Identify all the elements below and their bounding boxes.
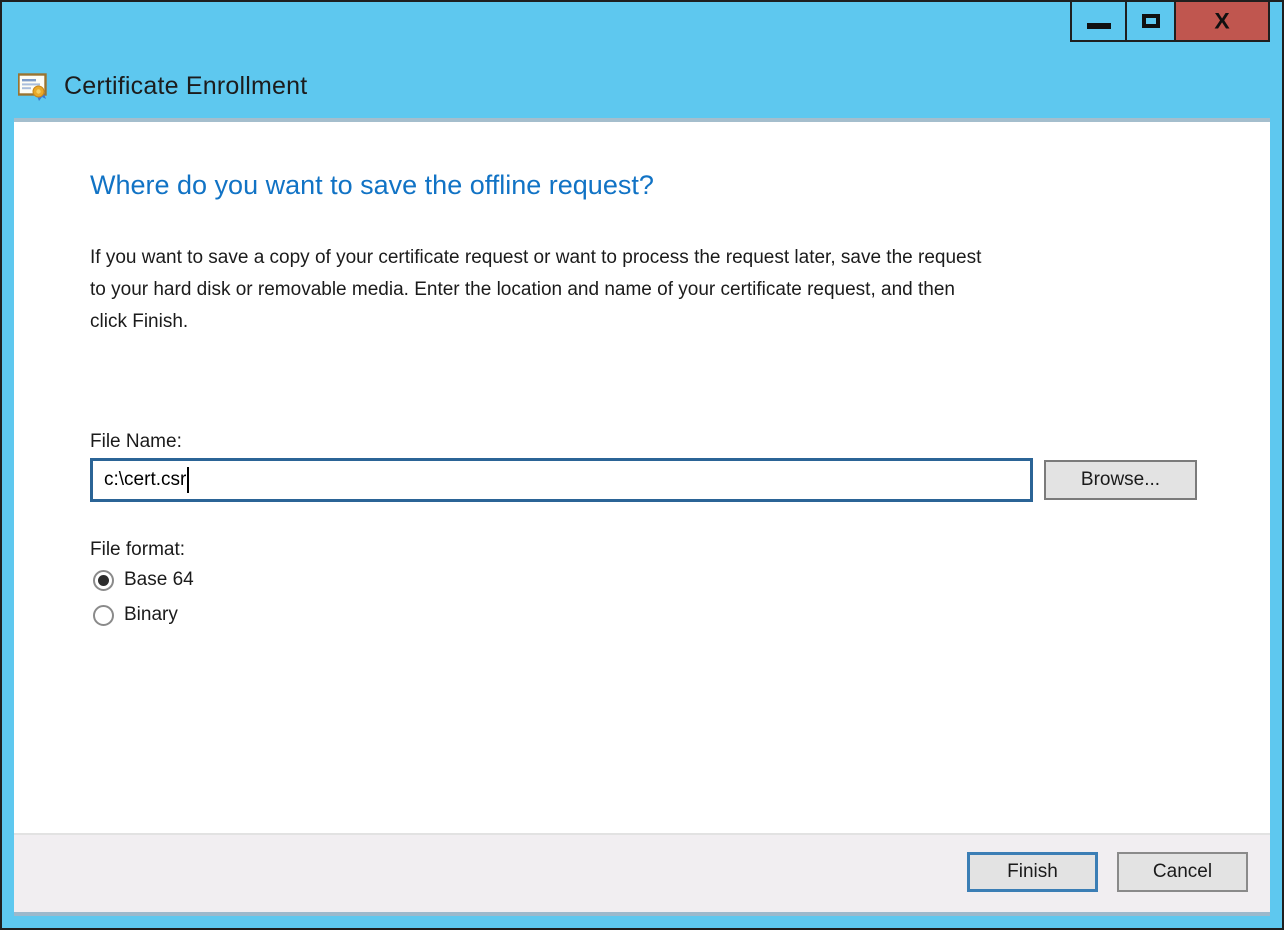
close-icon: X [1214,10,1229,32]
wizard-panel: Where do you want to save the offline re… [14,122,1270,912]
cancel-button[interactable]: Cancel [1117,852,1248,892]
instruction-text: If you want to save a copy of your certi… [90,242,1220,338]
minimize-icon [1087,23,1111,29]
radio-button-icon [93,570,114,591]
footer-bar: Finish Cancel [14,833,1270,912]
certificate-icon [18,73,48,101]
file-name-label: File Name: [90,431,182,453]
window-title: Certificate Enrollment [64,72,307,101]
file-format-label: File format: [90,539,185,561]
text-caret [187,467,189,493]
maximize-button[interactable] [1125,0,1176,42]
radio-base64[interactable]: Base 64 [93,569,194,591]
file-name-value: c:\cert.csr [104,469,186,491]
minimize-button[interactable] [1070,0,1127,42]
maximize-icon [1142,14,1160,28]
radio-binary-label: Binary [124,604,178,626]
titlebar: Certificate Enrollment [18,72,307,101]
radio-button-icon [93,605,114,626]
finish-button[interactable]: Finish [967,852,1098,892]
certificate-enrollment-window: X Certificate Enrollment Where do you wa… [0,0,1284,930]
close-button[interactable]: X [1174,0,1270,42]
browse-button[interactable]: Browse... [1044,460,1197,500]
radio-binary[interactable]: Binary [93,604,178,626]
window-controls: X [1070,0,1270,42]
page-title: Where do you want to save the offline re… [90,170,654,201]
radio-base64-label: Base 64 [124,569,194,591]
file-name-input[interactable]: c:\cert.csr [90,458,1033,502]
